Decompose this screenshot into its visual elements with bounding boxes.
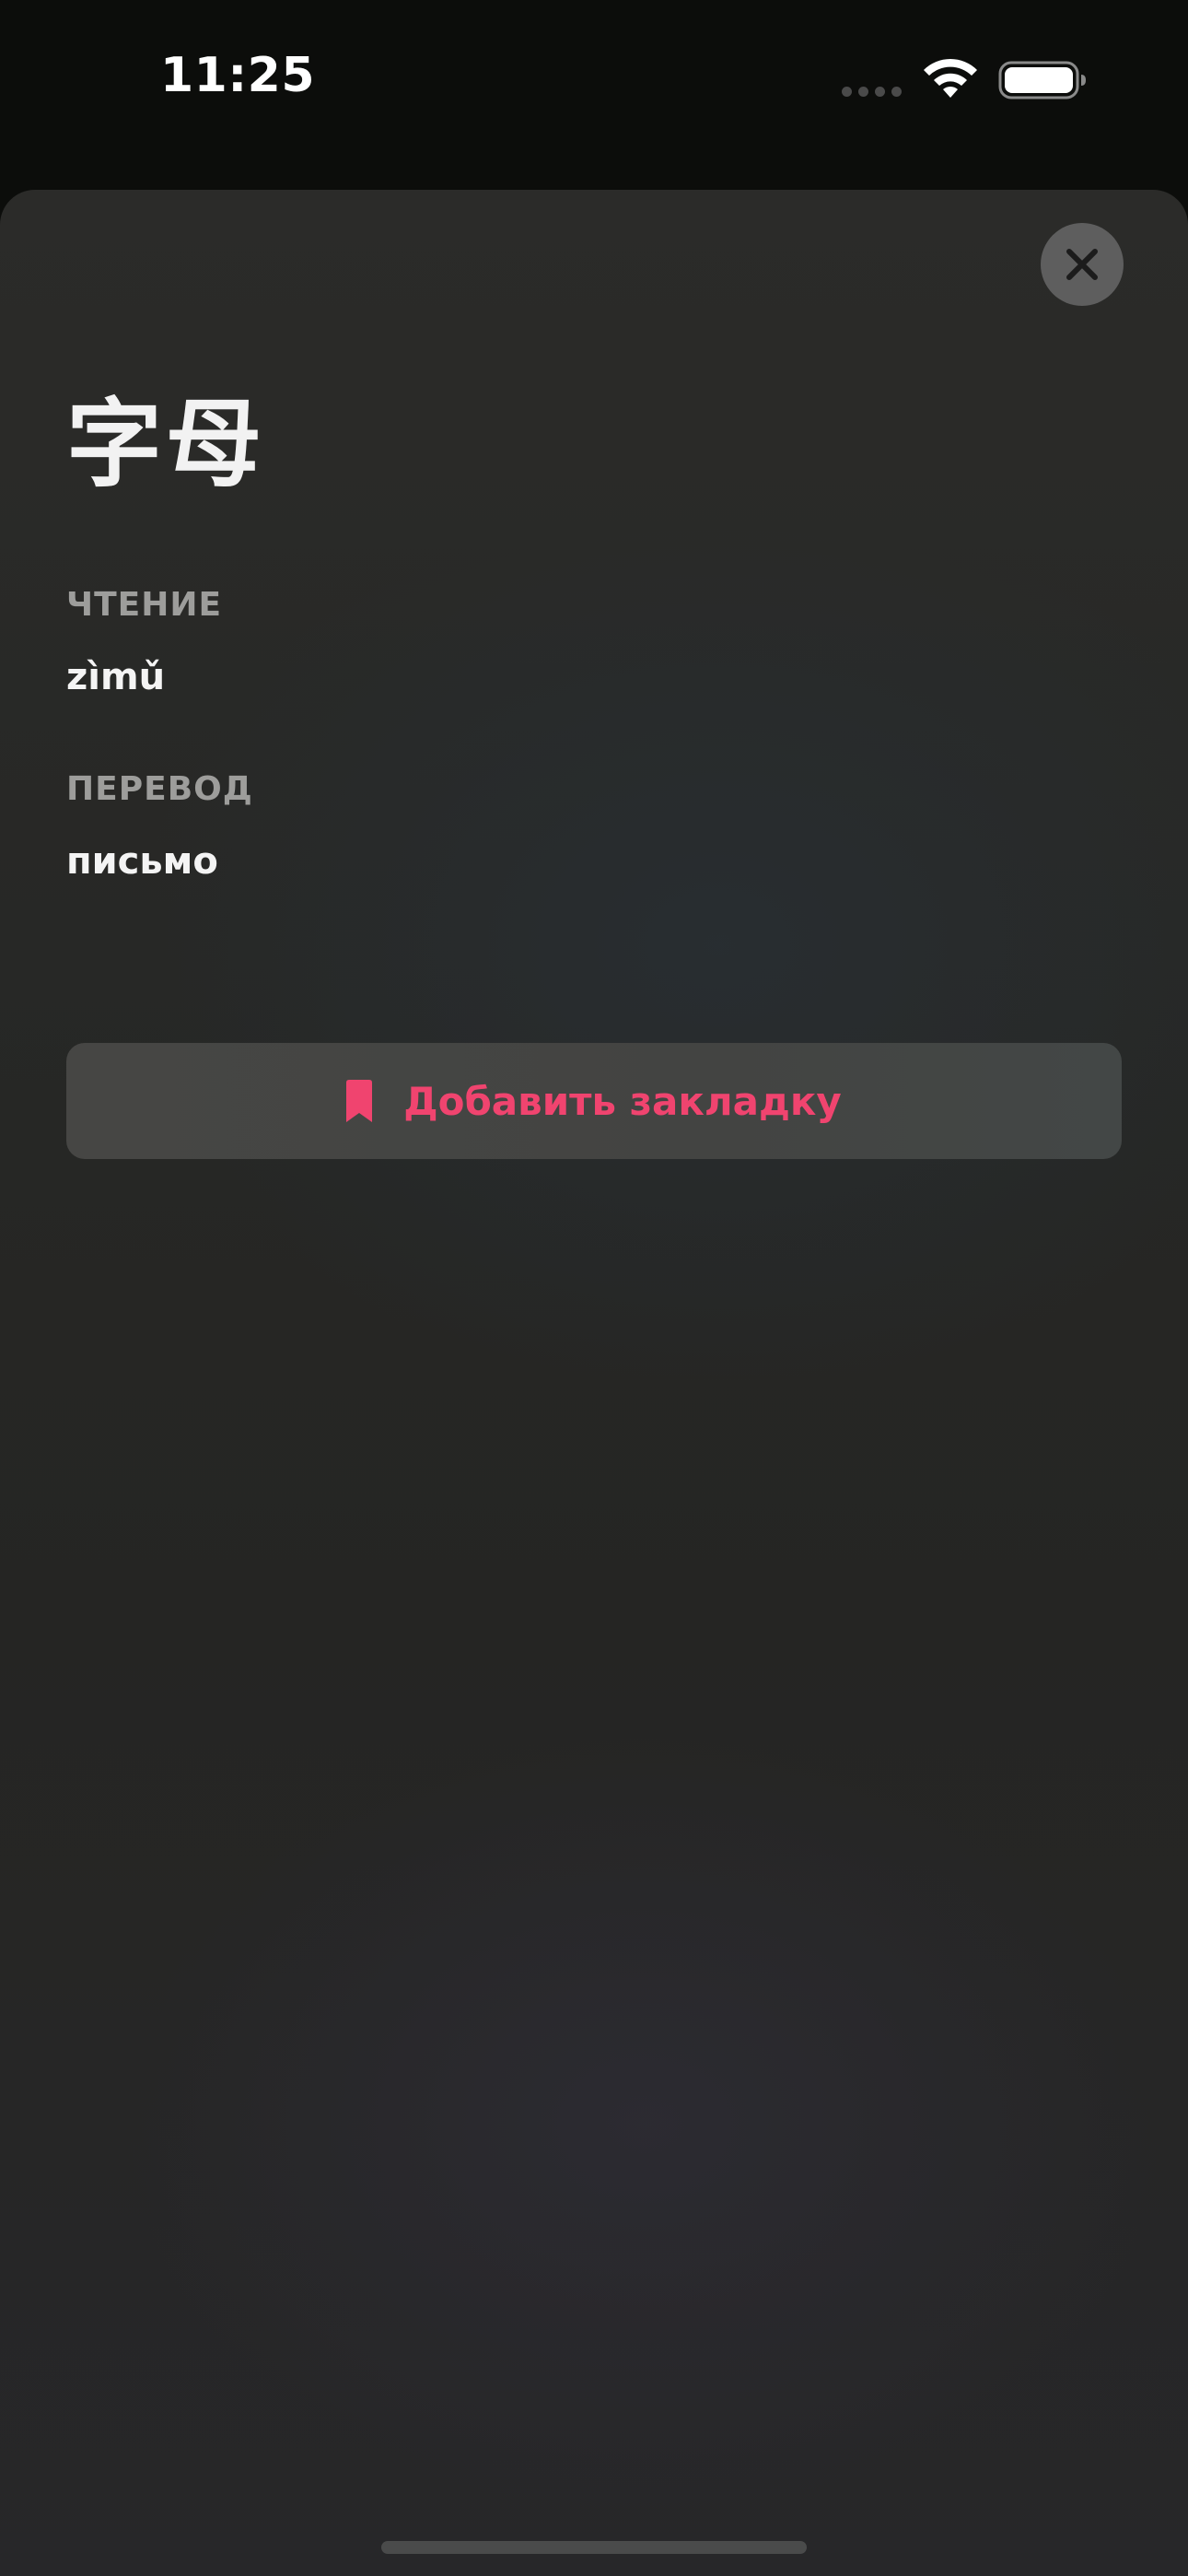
battery-icon: [998, 61, 1086, 100]
word-title: 字母: [66, 388, 266, 500]
word-detail-sheet: 字母 ЧТЕНИЕ zìmǔ ПЕРЕВОД письмо Добавить з…: [0, 190, 1188, 2576]
screen: 11:25 字母 ЧТЕНИЕ zìmǔ ПЕРЕВОД письмо Доба…: [0, 0, 1188, 2576]
reading-value: zìmǔ: [66, 656, 166, 698]
add-bookmark-label: Добавить закладку: [403, 1078, 842, 1124]
home-indicator[interactable]: [381, 2541, 807, 2554]
signal-dots-icon: [842, 87, 902, 97]
close-icon: [1066, 249, 1098, 280]
translation-label: ПЕРЕВОД: [66, 770, 253, 808]
bookmark-icon: [346, 1080, 373, 1122]
add-bookmark-button[interactable]: Добавить закладку: [66, 1043, 1122, 1159]
reading-label: ЧТЕНИЕ: [66, 586, 223, 624]
close-button[interactable]: [1041, 223, 1124, 306]
status-bar: 11:25: [0, 0, 1188, 166]
status-time: 11:25: [160, 48, 316, 103]
translation-value: письмо: [66, 840, 218, 883]
wifi-icon: [924, 58, 977, 98]
